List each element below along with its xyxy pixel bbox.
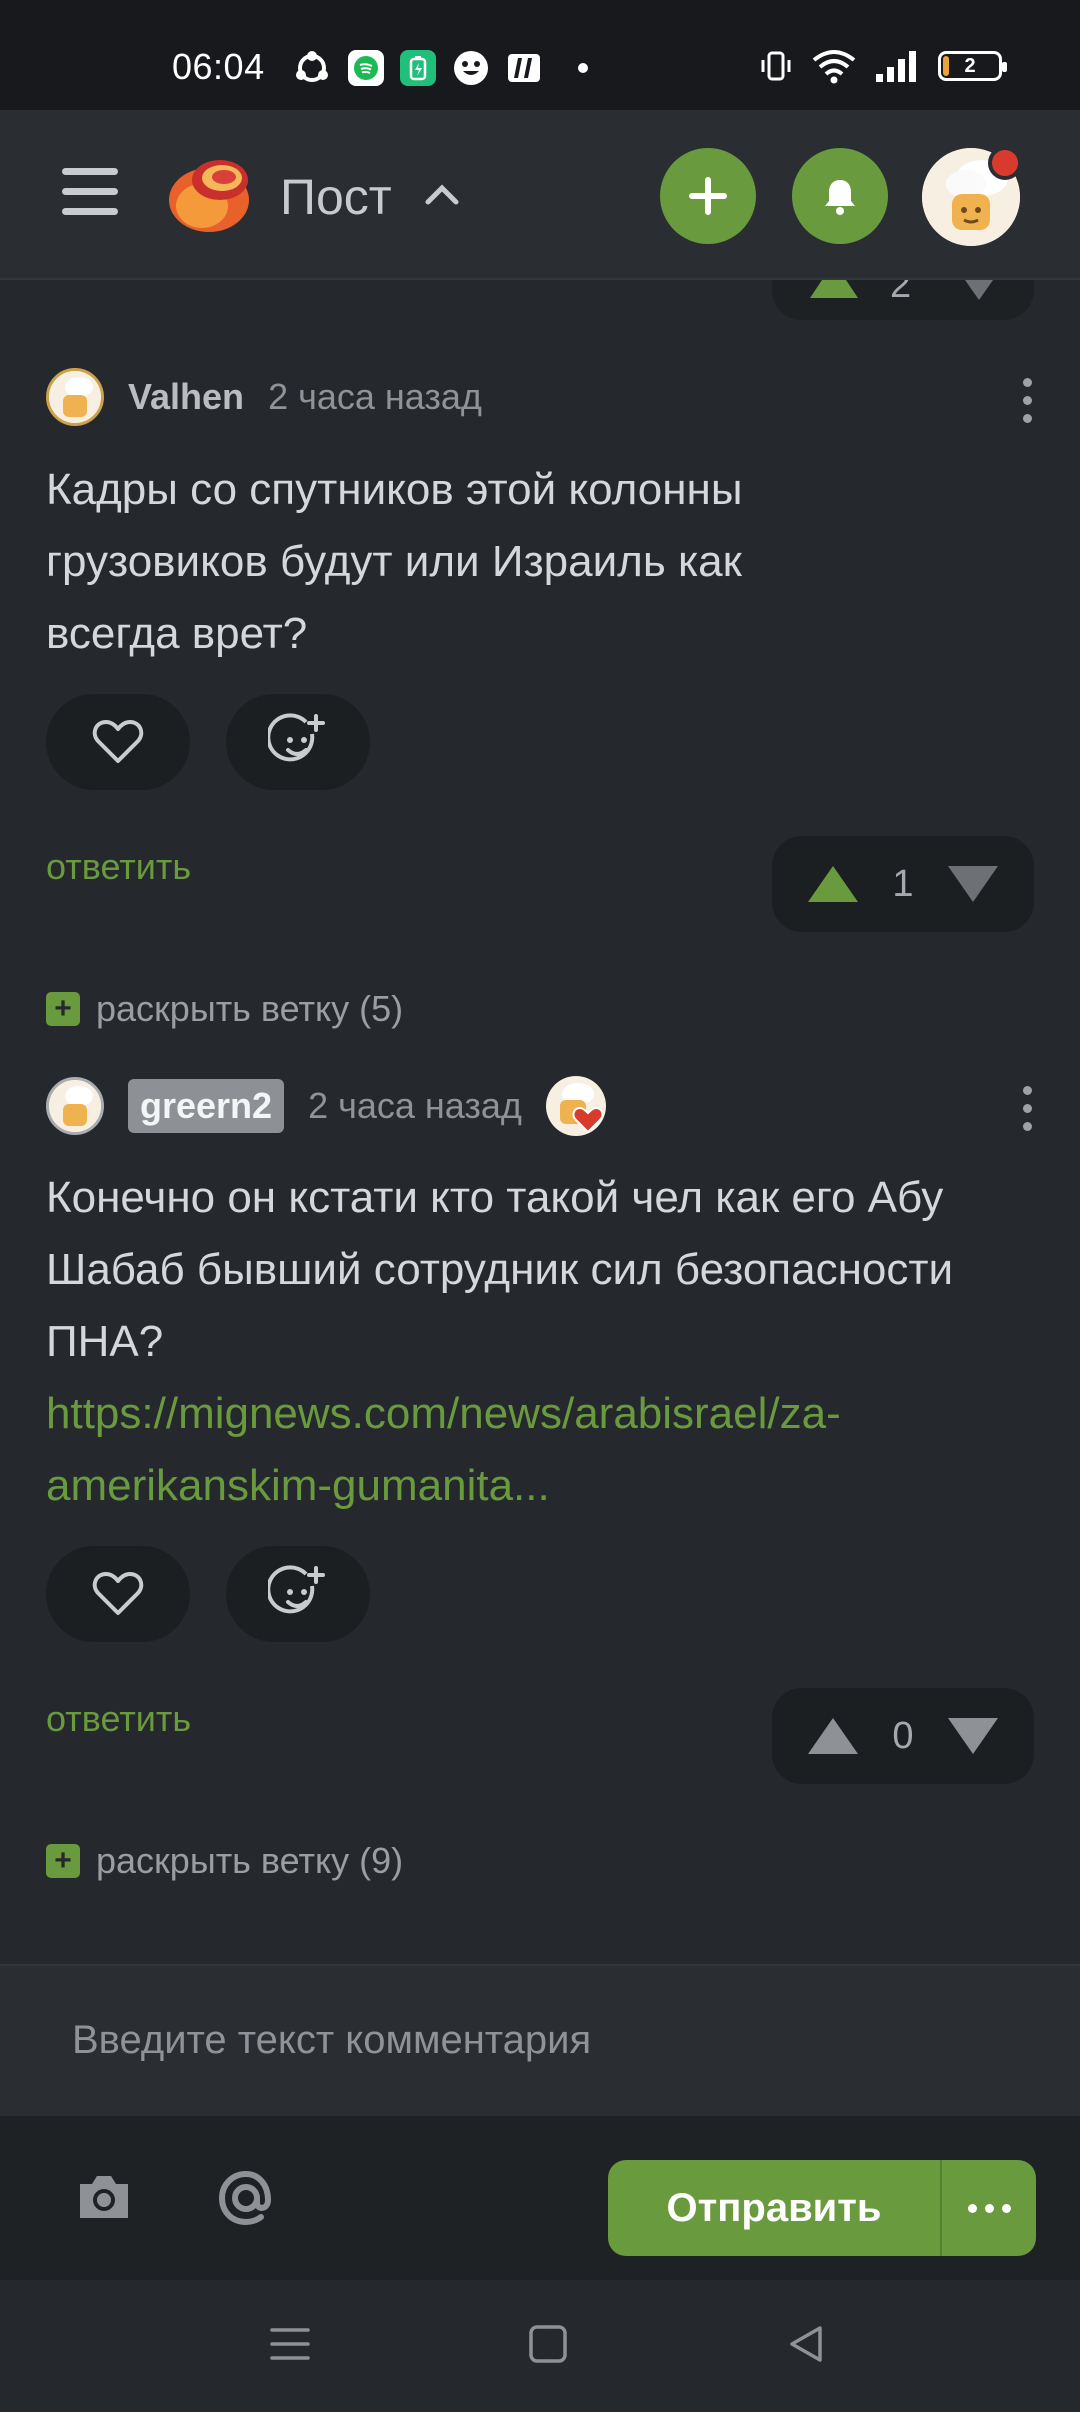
vote-box: 1 <box>772 836 1034 932</box>
smiley-add-icon <box>268 1565 325 1614</box>
upvote-icon[interactable] <box>806 863 860 905</box>
plus-icon <box>689 177 727 215</box>
downvote-icon[interactable] <box>946 1715 1000 1757</box>
back-icon[interactable] <box>786 2324 826 2364</box>
avatar[interactable] <box>46 1077 104 1135</box>
more-options-button[interactable] <box>942 2160 1036 2256</box>
like-button[interactable] <box>46 694 190 790</box>
reply-link[interactable]: ответить <box>46 846 191 888</box>
vote-count: 1 <box>892 862 914 905</box>
sync-icon <box>296 51 328 82</box>
notification-badge <box>988 146 1022 180</box>
camera-icon[interactable] <box>74 2168 134 2224</box>
comment-header: greern2 2 часа назад <box>46 1076 606 1136</box>
menu-icon[interactable] <box>62 168 118 218</box>
comment-header: Valhen 2 часа назад <box>46 368 482 426</box>
smiley-add-icon <box>268 713 325 762</box>
mention-icon[interactable] <box>214 2168 278 2228</box>
comment-input-placeholder: Введите текст комментария <box>72 2018 592 2062</box>
expand-thread-label: раскрыть ветку (9) <box>96 1840 404 1881</box>
comment-text: Конечно он кстати кто такой чел как его … <box>46 1173 954 1366</box>
home-icon[interactable] <box>528 2324 568 2364</box>
comment-text: Кадры со спутников этой колонны грузовик… <box>46 465 743 658</box>
previous-vote-count: 2 <box>890 280 912 306</box>
system-icons: 2 <box>758 48 1007 84</box>
comment-time: 2 часа назад <box>268 376 482 417</box>
comment-menu-icon[interactable] <box>1020 378 1034 423</box>
app-header: Пост <box>0 110 1080 280</box>
comment-link[interactable]: https://mignews.com/news/arabisrael/za-a… <box>46 1378 1026 1522</box>
user-award-icon <box>545 1076 606 1136</box>
comment-menu-icon[interactable] <box>1020 1086 1034 1131</box>
page-title[interactable]: Пост <box>280 168 392 226</box>
battery-level: 2 <box>964 54 976 77</box>
add-reaction-button[interactable] <box>226 1546 370 1642</box>
chevron-up-icon[interactable] <box>422 176 462 210</box>
heart-icon <box>92 720 144 763</box>
comment-input[interactable]: Введите текст комментария <box>0 1964 1080 2116</box>
username[interactable]: greern2 <box>128 1079 285 1133</box>
plus-icon: + <box>46 1844 80 1878</box>
vote-box: 0 <box>772 1688 1034 1784</box>
comment-time: 2 часа назад <box>308 1085 522 1126</box>
upvote-icon[interactable] <box>806 1715 860 1757</box>
plus-icon: + <box>46 992 80 1026</box>
wifi-icon <box>812 50 856 84</box>
reply-link[interactable]: ответить <box>46 1698 191 1740</box>
previous-vote-box: 2 <box>772 280 1034 320</box>
system-nav-bar <box>0 2280 1080 2412</box>
send-button-group: Отправить <box>608 2160 1036 2256</box>
signal-icon <box>876 51 916 82</box>
face-icon <box>454 51 488 85</box>
add-post-button[interactable] <box>660 148 756 244</box>
vote-count: 0 <box>892 1714 914 1757</box>
more-notifications-dot <box>578 63 588 73</box>
upvote-icon[interactable] <box>808 280 860 304</box>
status-bar: 06:04 2 <box>0 0 1080 110</box>
heart-icon <box>92 1572 144 1615</box>
notifications-button[interactable] <box>792 148 888 244</box>
expand-thread-link[interactable]: + раскрыть ветку (9) <box>46 1840 403 1882</box>
send-button[interactable]: Отправить <box>608 2160 942 2256</box>
vibrate-icon <box>761 51 791 81</box>
app-icon <box>508 54 540 82</box>
downvote-icon[interactable] <box>956 280 1002 302</box>
status-time: 06:04 <box>172 46 265 87</box>
downvote-icon[interactable] <box>946 863 1000 905</box>
avatar[interactable] <box>46 368 104 426</box>
composer-toolbar: Отправить <box>0 2116 1080 2280</box>
bell-icon <box>825 180 855 215</box>
expand-thread-label: раскрыть ветку (5) <box>96 988 404 1029</box>
like-button[interactable] <box>46 1546 190 1642</box>
app-logo[interactable] <box>164 152 254 236</box>
battery-icon: 2 <box>938 51 1007 81</box>
battery-saver-icon <box>400 50 436 86</box>
recent-apps-icon[interactable] <box>270 2324 310 2364</box>
expand-thread-link[interactable]: + раскрыть ветку (5) <box>46 988 403 1030</box>
username[interactable]: Valhen <box>128 376 244 418</box>
spotify-icon <box>348 50 384 86</box>
notification-icons <box>292 48 588 88</box>
add-reaction-button[interactable] <box>226 694 370 790</box>
